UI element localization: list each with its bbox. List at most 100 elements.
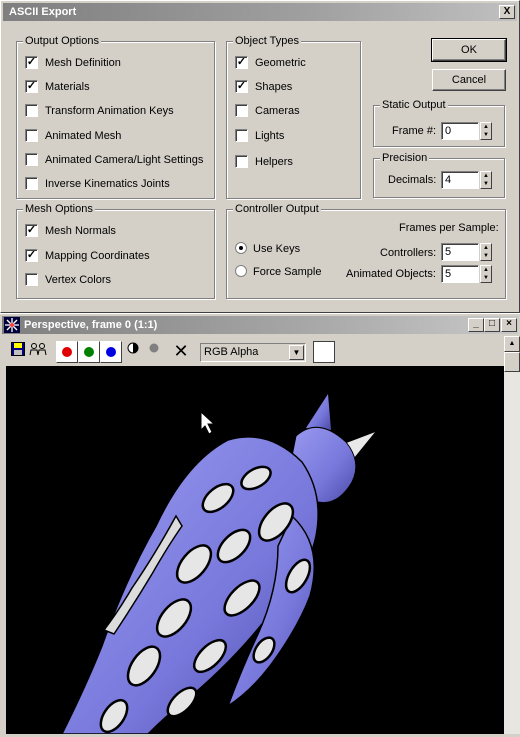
checkbox-box[interactable]: [25, 176, 38, 190]
frame-input[interactable]: 0: [441, 122, 479, 140]
checkbox-materials[interactable]: ✓ Materials: [25, 79, 90, 96]
spinner-arrows-icon[interactable]: ▲ ▼: [480, 171, 492, 189]
spinner-arrows-icon[interactable]: ▲ ▼: [480, 122, 492, 140]
checkbox-box[interactable]: ✓: [25, 79, 38, 93]
radio-button[interactable]: [235, 265, 247, 278]
green-channel-button[interactable]: [78, 341, 100, 363]
minimize-icon[interactable]: _: [468, 318, 484, 332]
precision-group: Precision Decimals: 4 ▲ ▼: [373, 151, 505, 198]
controllers-label: Controllers:: [380, 247, 437, 259]
checkbox-inverse-kinematics[interactable]: Inverse Kinematics Joints: [25, 176, 170, 193]
close-icon[interactable]: X: [499, 5, 515, 19]
checkbox-label: Mapping Coordinates: [45, 250, 150, 262]
max-logo-icon: [4, 317, 20, 333]
render-canvas[interactable]: [6, 366, 504, 735]
checkbox-label: Inverse Kinematics Joints: [45, 178, 170, 190]
blue-channel-button[interactable]: [100, 341, 122, 363]
checkbox-box[interactable]: ✓: [235, 55, 248, 69]
background-color-swatch[interactable]: [313, 341, 335, 363]
channel-select[interactable]: RGB Alpha ▼: [200, 343, 306, 362]
checkbox-box[interactable]: ✓: [25, 223, 38, 237]
checkbox-box[interactable]: [235, 154, 248, 168]
checkbox-box[interactable]: ✓: [25, 248, 38, 262]
checkbox-label: Shapes: [255, 81, 293, 93]
checkbox-label: Lights: [255, 130, 285, 142]
radio-use-keys[interactable]: Use Keys: [235, 242, 300, 258]
controller-output-label: Controller Output: [233, 202, 321, 216]
frame-spinner[interactable]: 0 ▲ ▼: [441, 122, 493, 140]
checkbox-animated-mesh[interactable]: Animated Mesh: [25, 128, 121, 145]
checkbox-label: Geometric: [255, 57, 306, 69]
checkbox-label: Vertex Colors: [45, 274, 112, 286]
animated-objects-label: Animated Objects:: [346, 268, 436, 280]
rendered-figure: [60, 394, 382, 735]
checkbox-box[interactable]: [25, 272, 38, 286]
checkbox-box[interactable]: ✓: [25, 55, 38, 69]
scroll-thumb[interactable]: [504, 352, 520, 372]
checkbox-label: Mesh Definition: [45, 57, 121, 69]
decimals-label: Decimals:: [388, 174, 437, 186]
animated-objects-input[interactable]: 5: [441, 265, 479, 283]
spinner-arrows-icon[interactable]: ▲ ▼: [480, 243, 492, 261]
checkbox-shapes[interactable]: ✓ Shapes: [235, 79, 293, 96]
checkbox-label: Mesh Normals: [45, 225, 116, 237]
checkbox-mesh-definition[interactable]: ✓ Mesh Definition: [25, 55, 121, 72]
frames-per-sample-label: Frames per Sample:: [399, 222, 499, 234]
viewport-toolbar: ✕ RGB Alpha ▼: [0, 336, 504, 366]
animated-objects-spinner[interactable]: 5 ▲ ▼: [441, 265, 493, 283]
checkbox-box[interactable]: [25, 128, 38, 142]
checkbox-box[interactable]: ✓: [235, 79, 248, 93]
controllers-spinner[interactable]: 5 ▲ ▼: [441, 243, 493, 261]
checkbox-label: Animated Camera/Light Settings: [45, 154, 204, 166]
radio-label: Use Keys: [253, 243, 301, 255]
monochrome-icon[interactable]: [124, 342, 142, 360]
viewport-title-bar: Perspective, frame 0 (1:1) _ □ ×: [2, 316, 518, 334]
ascii-export-dialog: ASCII Export X Output Options ✓ Mesh Defi…: [0, 0, 520, 313]
red-channel-button[interactable]: [56, 341, 78, 363]
spinner-arrows-icon[interactable]: ▲ ▼: [480, 265, 492, 283]
maximize-icon[interactable]: □: [484, 318, 500, 332]
decimals-spinner[interactable]: 4 ▲ ▼: [441, 171, 493, 189]
checkbox-mapping-coordinates[interactable]: ✓ Mapping Coordinates: [25, 248, 150, 265]
checkbox-box[interactable]: [25, 103, 38, 117]
chevron-down-icon[interactable]: ▼: [289, 345, 304, 360]
alpha-dot-icon[interactable]: [145, 342, 163, 360]
static-output-label: Static Output: [380, 98, 448, 112]
mesh-options-group: Mesh Options ✓ Mesh Normals ✓ Mapping Coor…: [16, 202, 215, 299]
checkbox-box[interactable]: [235, 103, 248, 117]
red-channel-icon: [62, 347, 72, 357]
clear-icon[interactable]: ✕: [172, 342, 190, 360]
save-icon[interactable]: [9, 342, 27, 360]
checkbox-geometric[interactable]: ✓ Geometric: [235, 55, 306, 72]
scroll-up-icon[interactable]: ▲: [504, 336, 520, 352]
dialog-title-bar: ASCII Export X: [3, 3, 517, 21]
checkbox-cameras[interactable]: Cameras: [235, 103, 300, 120]
checkbox-box[interactable]: [235, 128, 248, 142]
clone-icon[interactable]: [29, 342, 47, 360]
object-types-group: Object Types ✓ Geometric ✓ Shapes Cameras …: [226, 34, 361, 199]
radio-label: Force Sample: [253, 266, 322, 278]
channel-select-value: RGB Alpha: [204, 346, 259, 358]
mouse-cursor-icon: [200, 410, 216, 435]
ok-button[interactable]: OK: [431, 38, 507, 62]
checkbox-label: Transform Animation Keys: [45, 105, 174, 117]
decimals-input[interactable]: 4: [441, 171, 479, 189]
checkbox-box[interactable]: [25, 152, 38, 166]
viewport-title: Perspective, frame 0 (1:1): [24, 319, 158, 331]
checkbox-animated-camera-light[interactable]: Animated Camera/Light Settings: [25, 152, 204, 169]
checkbox-transform-animation-keys[interactable]: Transform Animation Keys: [25, 103, 174, 120]
precision-label: Precision: [380, 151, 430, 165]
checkbox-helpers[interactable]: Helpers: [235, 154, 293, 171]
controllers-input[interactable]: 5: [441, 243, 479, 261]
checkbox-lights[interactable]: Lights: [235, 128, 285, 145]
close-icon[interactable]: ×: [501, 318, 517, 332]
radio-force-sample[interactable]: Force Sample: [235, 265, 321, 281]
output-options-label: Output Options: [23, 34, 101, 48]
radio-button[interactable]: [235, 242, 247, 255]
checkbox-mesh-normals[interactable]: ✓ Mesh Normals: [25, 223, 116, 240]
cancel-button[interactable]: Cancel: [432, 69, 506, 91]
viewport-scrollbar[interactable]: ▲: [504, 336, 520, 734]
checkbox-vertex-colors[interactable]: Vertex Colors: [25, 272, 112, 289]
green-channel-icon: [84, 347, 94, 357]
blue-channel-icon: [106, 347, 116, 357]
